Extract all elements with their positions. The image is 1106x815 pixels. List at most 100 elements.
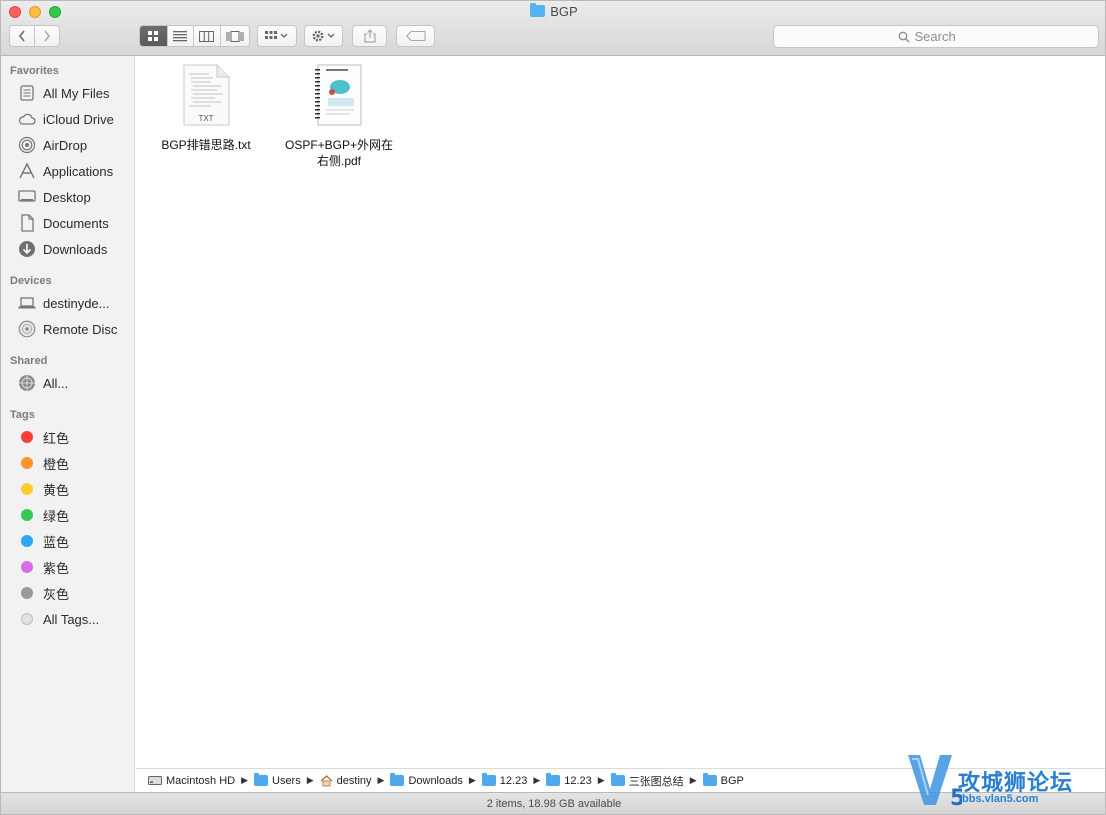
file-item[interactable]: OSPF+BGP+外网在右侧.pdf (279, 64, 399, 169)
sidebar-item-label: 绿色 (43, 508, 70, 524)
search-field[interactable] (773, 25, 1099, 48)
sidebar-item-label: AirDrop (43, 137, 88, 153)
path-item-bgp[interactable]: BGP (702, 773, 744, 787)
path-separator-icon: ▶ (306, 775, 314, 785)
folder-icon (702, 773, 717, 786)
airdrop-icon (18, 136, 36, 154)
action-button[interactable] (304, 25, 343, 47)
sidebar-tag-gray[interactable]: 灰色 (1, 581, 134, 605)
sidebar-item-all-my-files[interactable]: All My Files (1, 81, 134, 105)
tag-color-dot (18, 454, 36, 472)
arrange-grid-icon (265, 31, 288, 39)
sidebar-tag-orange[interactable]: 橙色 (1, 451, 134, 475)
folder-icon (254, 773, 268, 786)
path-item-12-23-sub[interactable]: 12.23 (546, 773, 592, 787)
applications-icon (18, 162, 36, 180)
path-item-destiny[interactable]: destiny (320, 775, 372, 787)
sidebar-item-applications[interactable]: Applications (1, 159, 134, 183)
path-item-label: Downloads (408, 774, 463, 787)
window-title: BGP (1, 3, 1105, 19)
sidebar-item-label: 红色 (43, 430, 70, 446)
text-file-icon: TXT (183, 64, 230, 126)
shared-header: Shared (10, 355, 48, 367)
tag-color-dot (18, 532, 36, 550)
cover-flow-view-button[interactable] (221, 26, 249, 46)
path-item-summary[interactable]: 三张图总结 (610, 773, 684, 789)
laptop-icon (18, 294, 36, 312)
sidebar-tag-red[interactable]: 红色 (1, 425, 134, 449)
sidebar-item-label: iCloud Drive (43, 111, 114, 127)
sidebar-item-label: Remote Disc (43, 321, 118, 337)
sidebar-item-remote-disc[interactable]: Remote Disc (1, 317, 134, 341)
view-mode-control (139, 25, 250, 47)
sidebar-item-desktop[interactable]: Desktop (1, 185, 134, 209)
sidebar-tag-purple[interactable]: 紫色 (1, 555, 134, 579)
sidebar-item-label: Applications (43, 163, 114, 179)
list-icon (173, 30, 188, 41)
sidebar-item-airdrop[interactable]: AirDrop (1, 133, 134, 157)
sidebar-item-label: All My Files (43, 85, 110, 101)
folder-icon (546, 773, 561, 786)
tag-color-dot (18, 480, 36, 498)
v5-logo-icon: 5 (908, 755, 962, 811)
path-separator-icon: ▶ (468, 775, 476, 785)
favorites-header: Favorites (10, 65, 59, 77)
sidebar-item-label: All Tags... (43, 611, 100, 627)
file-browser-area[interactable]: TXT BGP排错思路.txt OSPF+BGP+外网在右侧.pdf (136, 56, 1105, 768)
watermark: 5 攻城狮论坛 bbs.vlan5.com (906, 749, 1105, 811)
sidebar-item-icloud-drive[interactable]: iCloud Drive (1, 107, 134, 131)
search-input[interactable] (914, 29, 975, 44)
disc-icon (18, 320, 36, 338)
file-name: BGP排错思路.txt (161, 138, 251, 152)
path-item-downloads[interactable]: Downloads (390, 773, 463, 787)
tag-color-dot (18, 506, 36, 524)
arrange-button[interactable] (257, 25, 297, 47)
toolbar: BGP (1, 1, 1105, 56)
downloads-icon (18, 240, 36, 258)
sidebar-item-label: 灰色 (43, 586, 70, 602)
grid-icon (148, 31, 159, 41)
path-item-label: 12.23 (564, 774, 592, 787)
tag-color-dot (18, 584, 36, 602)
svg-text:TXT: TXT (198, 114, 213, 123)
sidebar-tag-blue[interactable]: 蓝色 (1, 529, 134, 553)
file-item[interactable]: TXT BGP排错思路.txt (146, 64, 266, 153)
sidebar-item-shared-all[interactable]: All... (1, 371, 134, 395)
path-separator-icon: ▶ (377, 775, 385, 785)
share-button[interactable] (352, 25, 387, 47)
sidebar-item-device-mac[interactable]: destinyde... (1, 291, 134, 315)
search-icon (898, 31, 909, 42)
sidebar-tag-yellow[interactable]: 黄色 (1, 477, 134, 501)
chevron-left-icon (18, 30, 25, 42)
sidebar-item-downloads[interactable]: Downloads (1, 237, 134, 261)
gear-icon (312, 30, 334, 42)
edit-tags-button[interactable] (396, 25, 435, 47)
tag-icon (405, 31, 426, 41)
column-view-button[interactable] (194, 26, 221, 46)
path-item-label: 三张图总结 (628, 775, 684, 788)
path-separator-icon: ▶ (533, 775, 541, 785)
sidebar-item-label: Documents (43, 215, 109, 231)
devices-header: Devices (10, 275, 52, 287)
forward-button[interactable] (35, 26, 59, 46)
path-item-label: Macintosh HD (166, 774, 236, 787)
tag-color-dot (18, 428, 36, 446)
sidebar-item-documents[interactable]: Documents (1, 211, 134, 235)
list-view-button[interactable] (168, 26, 195, 46)
sidebar-all-tags[interactable]: All Tags... (1, 607, 134, 631)
tag-color-dot (18, 558, 36, 576)
hard-drive-icon (148, 776, 162, 785)
icon-view-button[interactable] (140, 26, 168, 46)
columns-icon (199, 30, 215, 42)
path-item-12-23[interactable]: 12.23 (481, 773, 527, 787)
folder-icon (481, 773, 496, 786)
share-icon (363, 29, 376, 43)
path-item-macintosh-hd[interactable]: Macintosh HD (148, 775, 235, 787)
sidebar-tag-green[interactable]: 绿色 (1, 503, 134, 527)
path-item-users[interactable]: Users (254, 773, 301, 787)
path-item-label: BGP (720, 774, 744, 787)
path-separator-icon: ▶ (597, 775, 605, 785)
documents-icon (18, 214, 36, 232)
sidebar-item-label: 橙色 (43, 456, 70, 472)
back-button[interactable] (10, 26, 35, 46)
